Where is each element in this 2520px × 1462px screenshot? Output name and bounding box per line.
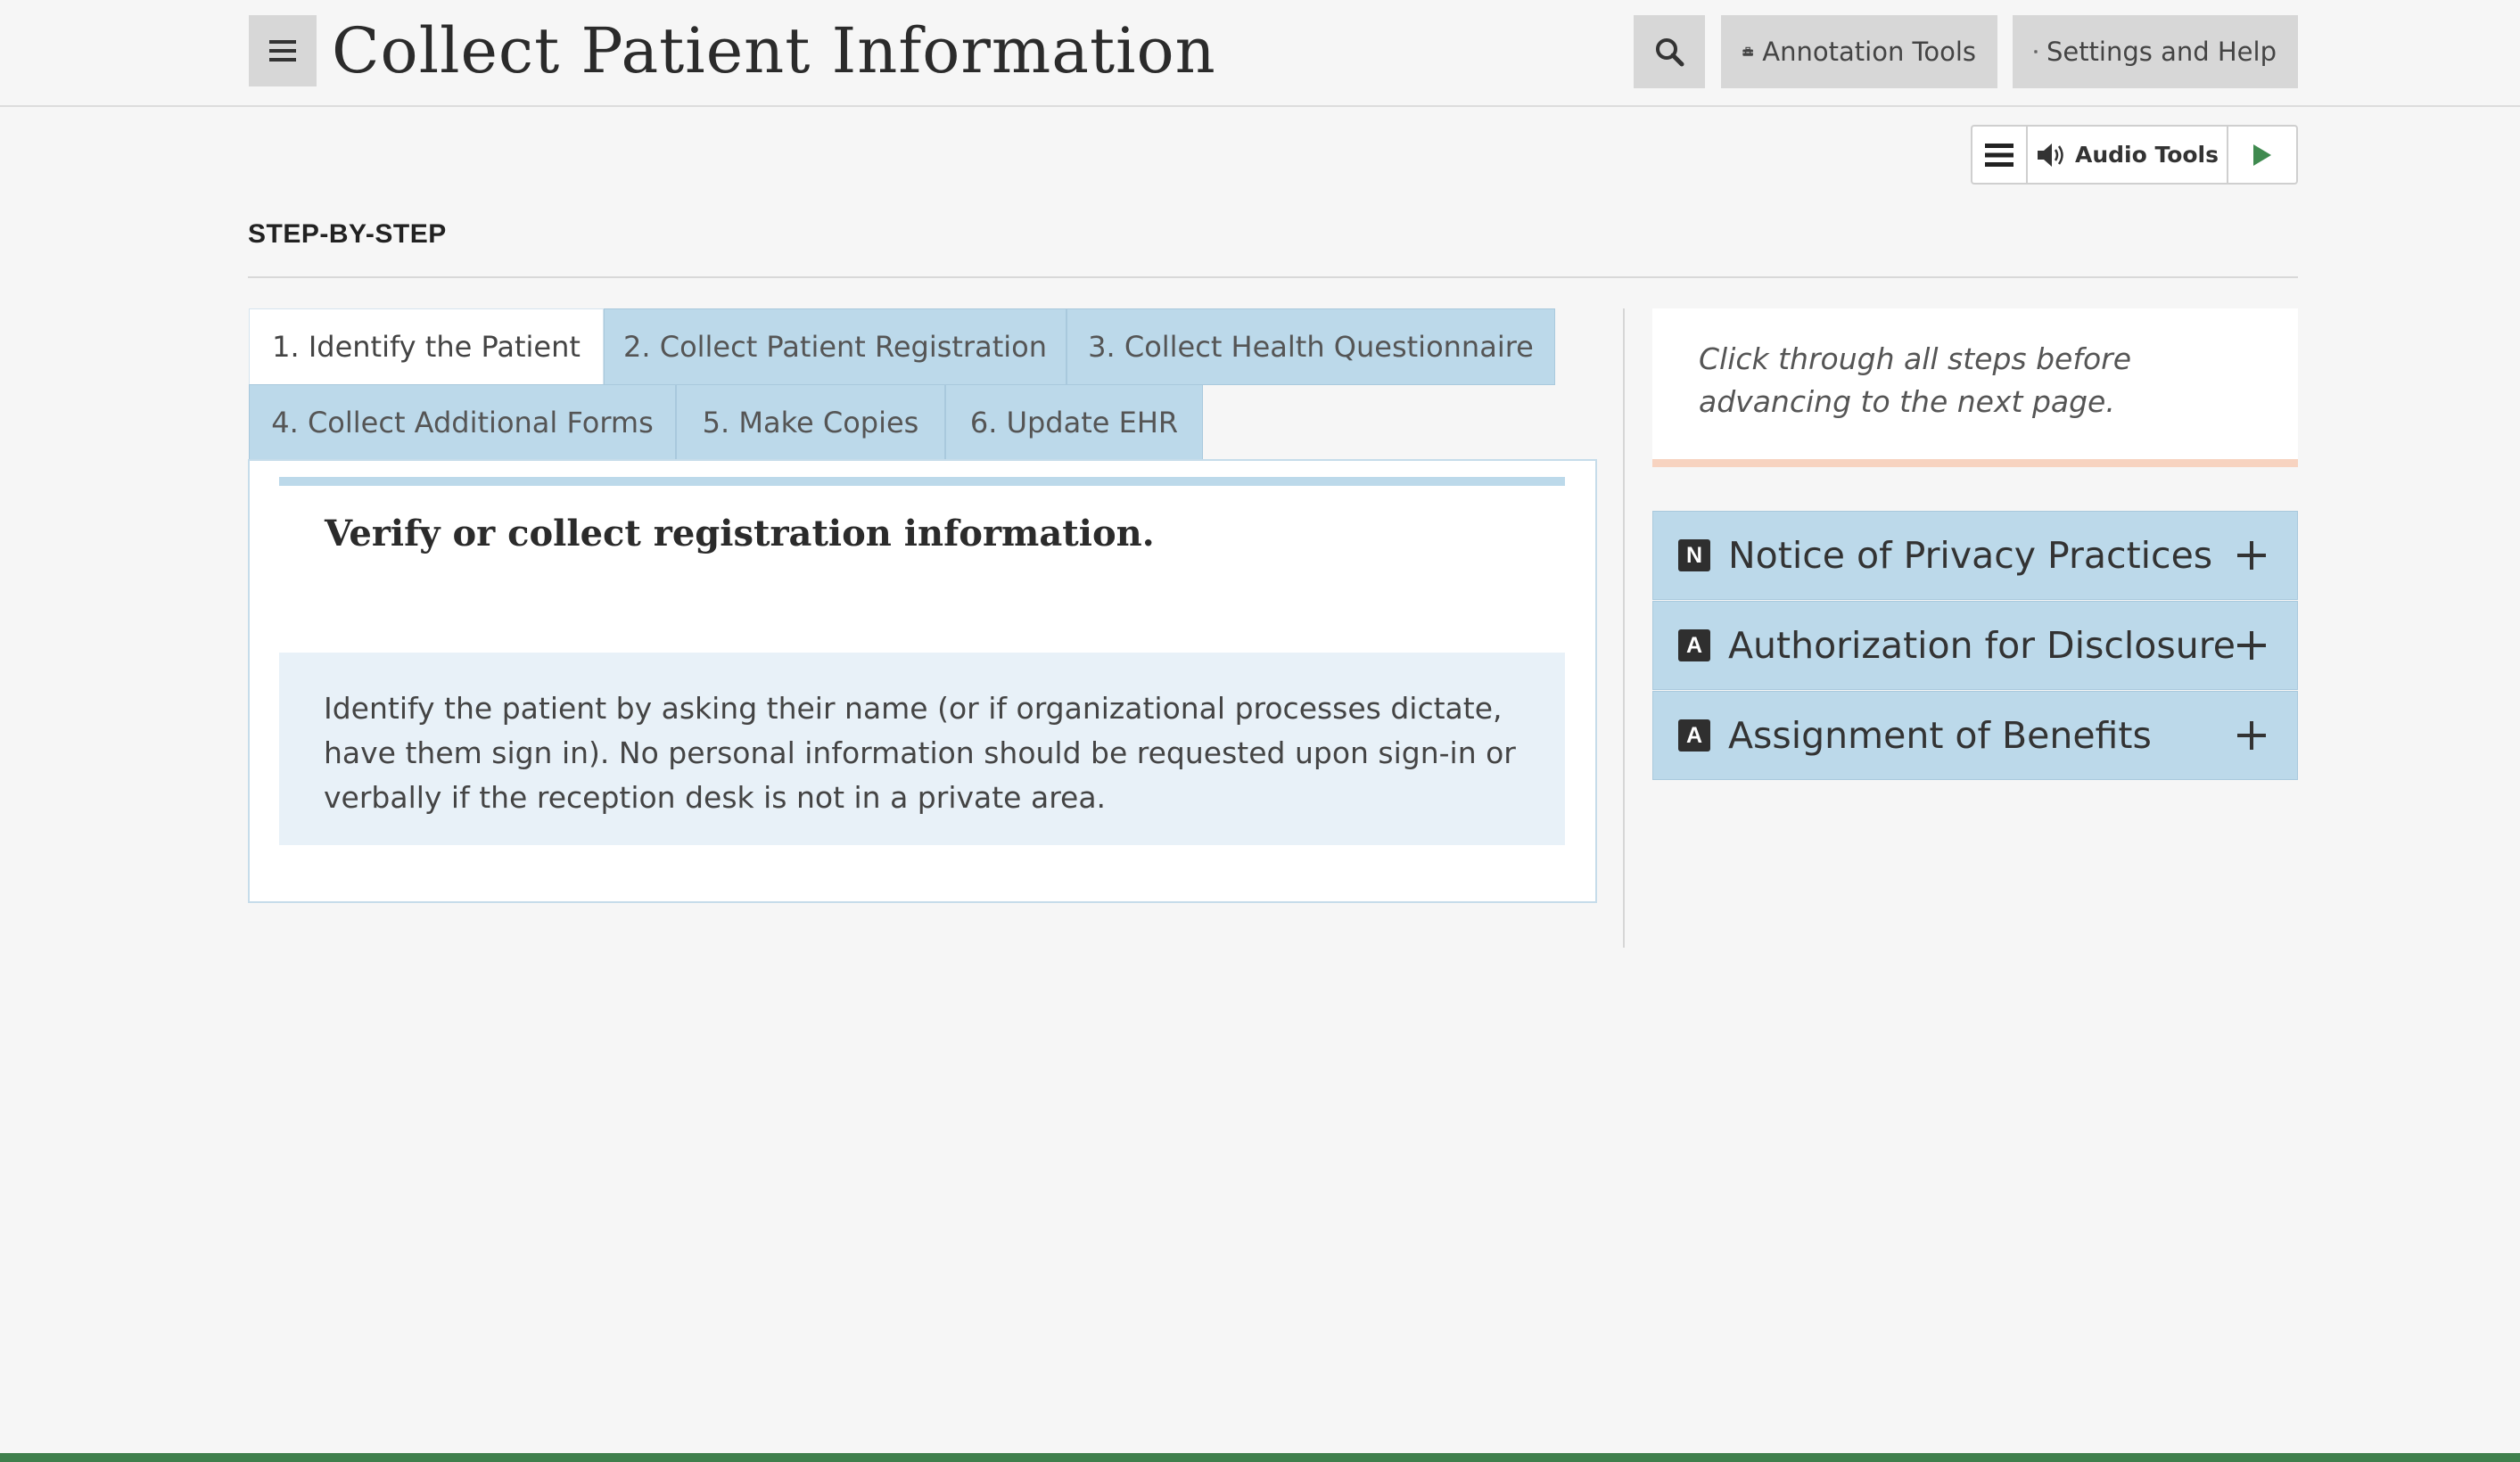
accordion-item-notice-privacy[interactable]: N Notice of Privacy Practices — [1652, 511, 2298, 600]
badge-a-icon: A — [1678, 629, 1710, 661]
instruction-note: Click through all steps before advancing… — [1652, 308, 2298, 467]
tab-label: 2. Collect Patient Registration — [623, 330, 1047, 364]
search-button[interactable] — [1634, 15, 1705, 88]
speaker-icon — [2037, 143, 2063, 167]
tab-update-ehr[interactable]: 6. Update EHR — [945, 384, 1203, 461]
hamburger-icon — [269, 40, 296, 62]
column-divider — [1623, 308, 1625, 948]
accordion-item-assignment-benefits[interactable]: A Assignment of Benefits — [1652, 691, 2298, 780]
settings-help-button[interactable]: Settings and Help — [2013, 15, 2298, 88]
plus-icon[interactable] — [2233, 625, 2270, 666]
tab-label: 3. Collect Health Questionnaire — [1088, 330, 1534, 364]
section-heading: STEP-BY-STEP — [248, 219, 447, 249]
accordion-label: Notice of Privacy Practices — [1728, 534, 2213, 577]
audio-tools-label: Audio Tools — [2074, 142, 2219, 168]
play-icon — [2253, 144, 2271, 166]
audio-play-button[interactable] — [2228, 127, 2296, 183]
tab-collect-health-questionnaire[interactable]: 3. Collect Health Questionnaire — [1066, 308, 1555, 385]
instruction-text: Click through all steps before advancing… — [1699, 341, 2132, 419]
info-text: Identify the patient by asking their nam… — [324, 691, 1516, 815]
tab-make-copies[interactable]: 5. Make Copies — [676, 384, 945, 461]
info-box: Identify the patient by asking their nam… — [279, 653, 1565, 845]
tab-label: 4. Collect Additional Forms — [271, 406, 654, 439]
accordion-item-authorization-disclosure[interactable]: A Authorization for Disclosure — [1652, 601, 2298, 690]
section-divider — [248, 276, 2298, 278]
tab-collect-additional-forms[interactable]: 4. Collect Additional Forms — [249, 384, 676, 461]
tab-label: 1. Identify the Patient — [272, 330, 581, 364]
settings-help-label: Settings and Help — [2046, 37, 2277, 67]
search-icon — [1656, 38, 1684, 67]
badge-n-icon: N — [1678, 539, 1710, 571]
toolbox-icon — [1742, 46, 1753, 56]
plus-icon[interactable] — [2233, 715, 2270, 756]
tab-collect-patient-registration[interactable]: 2. Collect Patient Registration — [604, 308, 1066, 385]
annotation-tools-label: Annotation Tools — [1762, 37, 1976, 67]
audio-toolbar: Audio Tools — [1971, 125, 2298, 185]
page-title: Collect Patient Information — [332, 14, 1216, 87]
panel-accent-line — [279, 477, 1565, 486]
accordion-label: Assignment of Benefits — [1728, 714, 2152, 757]
tab-label: 6. Update EHR — [969, 406, 1179, 439]
gear-icon — [2034, 50, 2038, 53]
menu-button[interactable] — [249, 15, 317, 86]
tab-identify-patient[interactable]: 1. Identify the Patient — [249, 308, 604, 385]
badge-a-icon: A — [1678, 719, 1710, 752]
plus-icon[interactable] — [2233, 535, 2270, 576]
tab-content-panel: Verify or collect registration informati… — [248, 459, 1597, 903]
tab-label: 5. Make Copies — [702, 406, 919, 439]
accordion-label: Authorization for Disclosure — [1728, 624, 2236, 667]
resources-accordion: N Notice of Privacy Practices A Authoriz… — [1652, 511, 2298, 782]
bottom-progress-bar — [0, 1453, 2520, 1462]
annotation-tools-button[interactable]: Annotation Tools — [1721, 15, 1997, 88]
list-icon — [1985, 143, 2014, 167]
top-bar: Collect Patient Information Annotation T… — [0, 0, 2520, 107]
panel-heading: Verify or collect registration informati… — [325, 513, 1155, 554]
audio-tools-button[interactable]: Audio Tools — [2028, 127, 2228, 183]
audio-list-button[interactable] — [1972, 127, 2028, 183]
